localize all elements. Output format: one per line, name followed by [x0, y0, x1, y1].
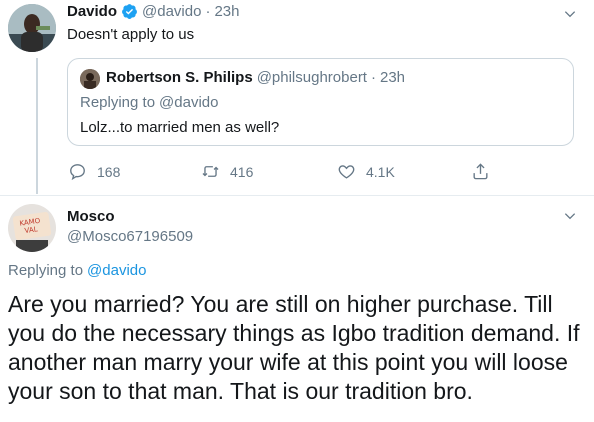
tweet-text: Doesn't apply to us	[67, 26, 195, 43]
reply-action[interactable]: 168	[68, 162, 120, 181]
mosco-avatar-image: KAMO VAL	[8, 204, 56, 252]
reply-replying-prefix: Replying to	[8, 262, 84, 279]
reply-more-chevron-icon[interactable]	[560, 206, 580, 226]
tweet-separator: ·	[205, 3, 211, 20]
tweet-author-name[interactable]: Davido	[67, 3, 117, 20]
tweet-time[interactable]: 23h	[214, 3, 239, 20]
quote-separator: ·	[370, 69, 376, 86]
quote-time: 23h	[379, 69, 406, 86]
tweet-divider	[0, 195, 594, 196]
davido-avatar-image	[8, 4, 56, 52]
quote-author-avatar	[80, 69, 100, 89]
quote-author-name: Robertson S. Philips	[106, 69, 253, 86]
quote-replying-prefix: Replying to	[80, 94, 156, 111]
davido-avatar[interactable]	[8, 4, 56, 52]
tweet-handle[interactable]: @davido	[142, 3, 201, 20]
reply-icon	[68, 162, 87, 181]
reply-author-handle[interactable]: @Mosco67196509	[67, 228, 193, 245]
heart-icon	[337, 162, 356, 181]
retweet-icon	[201, 162, 220, 181]
tweet-more-chevron-icon[interactable]	[560, 4, 580, 24]
quote-text: Lolz...to married men as well?	[80, 119, 280, 136]
like-count: 4.1K	[366, 163, 395, 180]
retweet-action[interactable]: 416	[201, 162, 253, 181]
reply-replying-handle[interactable]: @davido	[87, 262, 146, 279]
reply-author-name[interactable]: Mosco	[67, 208, 115, 225]
reply-count: 168	[97, 163, 121, 180]
thread-line	[36, 58, 38, 194]
retweet-count: 416	[230, 163, 254, 180]
share-icon[interactable]	[471, 162, 490, 181]
quote-author-handle: @philsughrobert	[256, 69, 367, 86]
mosco-avatar[interactable]: KAMO VAL	[8, 204, 56, 252]
verified-badge-icon	[121, 3, 138, 20]
reply-text: Are you married? You are still on higher…	[8, 291, 580, 404]
like-action[interactable]: 4.1K	[337, 162, 395, 181]
quoted-tweet-card[interactable]: Robertson S. Philips @philsughrobert · 2…	[67, 58, 574, 146]
quote-replying-handle[interactable]: @davido	[159, 94, 218, 111]
